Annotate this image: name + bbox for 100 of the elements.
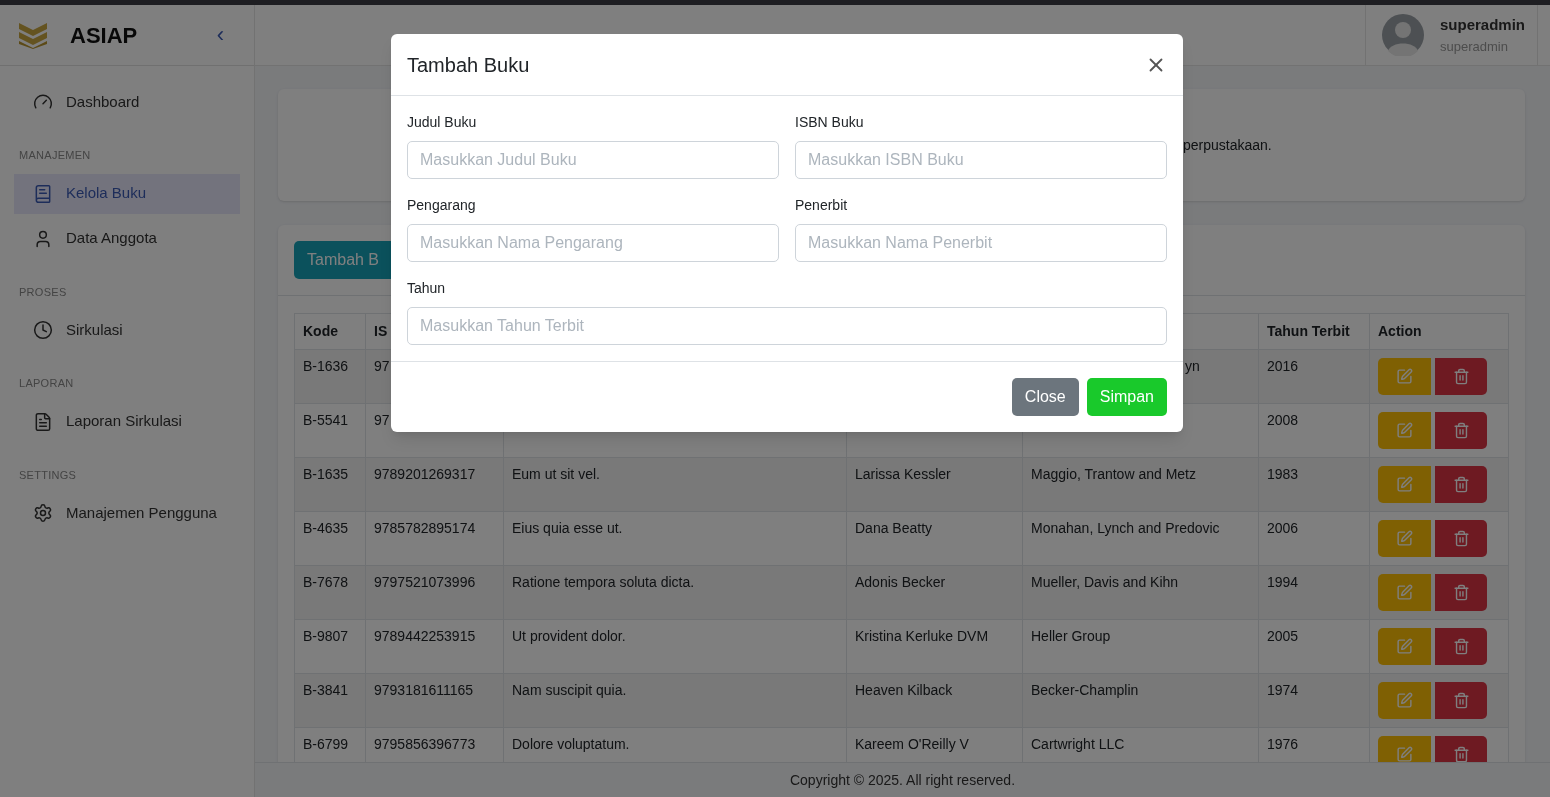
field-label: Pengarang bbox=[407, 196, 477, 215]
table-cell: Becker-Champlin bbox=[1031, 682, 1139, 698]
trash-icon bbox=[1452, 584, 1470, 601]
avatar bbox=[1381, 14, 1424, 56]
table-cell: 9789442253915 bbox=[374, 628, 476, 644]
table-cell: Eum ut sit vel. bbox=[512, 466, 600, 482]
edit-icon bbox=[1396, 476, 1413, 493]
nav-item[interactable]: Laporan Sirkulasi bbox=[14, 401, 240, 442]
table-cell: B-3841 bbox=[303, 682, 349, 698]
section-heading: MANAJEMEN bbox=[18, 148, 92, 163]
table-cell: 1974 bbox=[1267, 682, 1299, 698]
table-cell: Kristina Kerluke DVM bbox=[855, 628, 989, 644]
modal-title: Tambah Buku bbox=[407, 52, 530, 78]
table-cell: 2005 bbox=[1267, 628, 1299, 644]
nav-item[interactable]: Sirkulasi bbox=[14, 310, 240, 350]
column-header: Kode bbox=[303, 323, 338, 339]
table-cell: Kareem O'Reilly V bbox=[855, 736, 969, 752]
trash-icon bbox=[1452, 368, 1470, 385]
table-cell: 97 bbox=[374, 412, 390, 428]
field-label: ISBN Buku bbox=[795, 113, 865, 132]
collapse-button[interactable]: ‹ bbox=[216, 24, 224, 46]
table-cell: B-5541 bbox=[303, 412, 349, 428]
nav-icon bbox=[33, 92, 53, 112]
field-label: Judul Buku bbox=[407, 113, 478, 132]
nav-icon bbox=[33, 411, 53, 432]
column-header: Tahun Terbit bbox=[1267, 323, 1350, 339]
edit-icon bbox=[1396, 368, 1413, 385]
table-cell: 9785782895174 bbox=[374, 520, 476, 536]
table-cell: B-9807 bbox=[303, 628, 349, 644]
table-cell: 1983 bbox=[1267, 466, 1299, 482]
delete-button[interactable] bbox=[1435, 466, 1487, 503]
table-cell: Larissa Kessler bbox=[855, 466, 951, 482]
user-name: superadmin bbox=[1439, 15, 1525, 35]
table-cell: Monahan, Lynch and Predovic bbox=[1031, 520, 1220, 536]
table-cell: Heller Group bbox=[1031, 628, 1111, 644]
table-cell: Dolore voluptatum. bbox=[512, 736, 630, 752]
table-cell: 97 bbox=[374, 358, 390, 374]
table-cell: Ut provident dolor. bbox=[512, 628, 626, 644]
trash-icon bbox=[1452, 476, 1470, 493]
delete-button[interactable] bbox=[1435, 412, 1487, 449]
dialog-button[interactable]: Simpan bbox=[1086, 378, 1167, 416]
table-cell: 1976 bbox=[1267, 736, 1299, 752]
nav-icon bbox=[33, 320, 53, 340]
delete-button[interactable] bbox=[1435, 520, 1487, 557]
nav-item[interactable]: Dashboard bbox=[14, 82, 240, 122]
nav-icon bbox=[33, 228, 53, 249]
input-field[interactable]: Masukkan Judul Buku bbox=[407, 141, 779, 179]
delete-button[interactable] bbox=[1435, 358, 1487, 395]
table-cell: Cartwright LLC bbox=[1031, 736, 1125, 752]
table-cell: B-7678 bbox=[303, 574, 349, 590]
input-field[interactable]: Masukkan ISBN Buku bbox=[795, 141, 1167, 179]
table-cell: B-4635 bbox=[303, 520, 349, 536]
table-cell: Ratione tempora soluta dicta. bbox=[512, 574, 695, 590]
trash-icon bbox=[1452, 530, 1470, 547]
table-cell: 9795856396773 bbox=[374, 736, 476, 752]
table-cell: 9793181611165 bbox=[374, 682, 474, 698]
edit-icon bbox=[1396, 692, 1413, 709]
table-cell: 1994 bbox=[1267, 574, 1299, 590]
nav-icon bbox=[33, 503, 53, 523]
section-heading: SETTINGS bbox=[18, 467, 78, 483]
table-cell: B-6799 bbox=[303, 736, 349, 752]
delete-button[interactable] bbox=[1435, 628, 1487, 665]
table-cell: B-1635 bbox=[303, 466, 349, 482]
input-field[interactable]: Masukkan Nama Pengarang bbox=[407, 224, 779, 262]
add-button[interactable]: Tambah B bbox=[294, 241, 393, 279]
nav-item[interactable]: Manajemen Pengguna bbox=[14, 493, 240, 533]
input-field[interactable]: Masukkan Tahun Terbit bbox=[407, 307, 1167, 345]
trash-icon bbox=[1452, 692, 1470, 709]
edit-icon bbox=[1396, 584, 1413, 601]
trash-icon bbox=[1452, 422, 1470, 439]
edit-icon bbox=[1396, 422, 1413, 439]
table-cell: Mueller, Davis and Kihn bbox=[1031, 574, 1179, 590]
column-header: Action bbox=[1378, 323, 1422, 339]
nav-item[interactable]: Data Anggota bbox=[14, 218, 240, 259]
delete-button[interactable] bbox=[1435, 574, 1487, 611]
table-cell: Eius quia esse ut. bbox=[512, 520, 623, 536]
table-cell: Adonis Becker bbox=[855, 574, 946, 590]
nav-item[interactable]: Kelola Buku bbox=[14, 173, 240, 214]
table-cell: 2016 bbox=[1267, 358, 1299, 374]
section-heading: PROSES bbox=[18, 284, 68, 300]
footer-text: Copyright © 2025. All right reserved. bbox=[789, 770, 1016, 790]
nav-icon bbox=[33, 183, 53, 204]
field-label: Penerbit bbox=[795, 196, 849, 215]
edit-icon bbox=[1396, 638, 1413, 655]
table-cell: Dana Beatty bbox=[855, 520, 933, 536]
table-cell: 9797521073996 bbox=[374, 574, 476, 590]
trash-icon bbox=[1452, 638, 1470, 655]
table-cell: 2008 bbox=[1267, 412, 1299, 428]
table-cell: Maggio, Trantow and Metz bbox=[1031, 466, 1196, 482]
column-header: IS bbox=[374, 323, 388, 339]
brand-name: ASIAP bbox=[70, 21, 138, 50]
delete-button[interactable] bbox=[1435, 736, 1487, 762]
input-field[interactable]: Masukkan Nama Penerbit bbox=[795, 224, 1167, 262]
table-cell: 2006 bbox=[1267, 520, 1299, 536]
table-cell: B-1636 bbox=[303, 358, 349, 374]
delete-button[interactable] bbox=[1435, 682, 1487, 719]
field-label: Tahun bbox=[407, 279, 447, 298]
table-cell: Heaven Kilback bbox=[855, 682, 953, 698]
dialog-button[interactable]: Close bbox=[1011, 378, 1079, 416]
table-cell: yn bbox=[1185, 358, 1200, 374]
